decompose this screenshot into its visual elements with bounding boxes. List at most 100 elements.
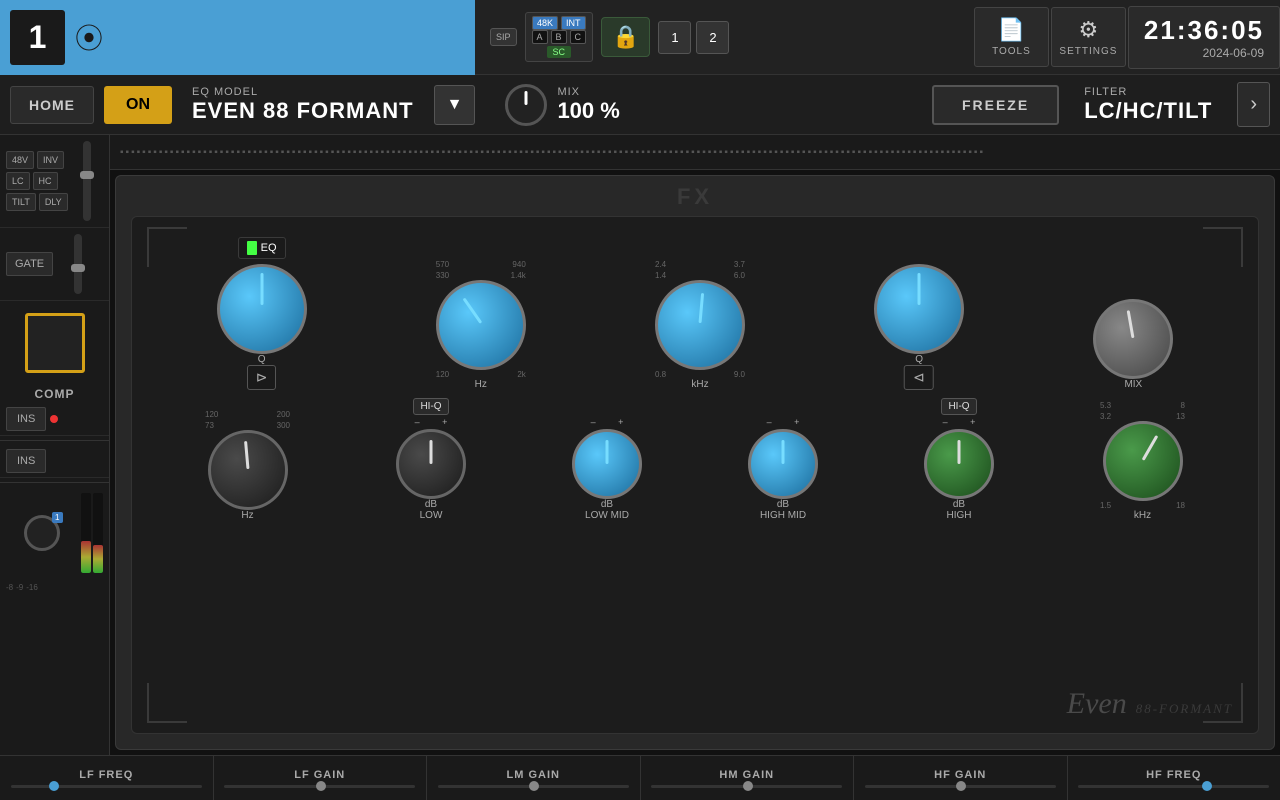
freeze-button[interactable]: FREEZE [932, 85, 1059, 125]
gate-button[interactable]: GATE [6, 252, 53, 276]
meter-scale: -8-9-16 [0, 579, 109, 596]
lf-freq-label: Hz [241, 510, 253, 521]
lf-freq-slider-thumb [49, 781, 59, 791]
lf-q-group: EQ Q ⊳ [217, 237, 307, 390]
waveform-display: ▪▪▪▪▪▪▪▪▪▪▪▪▪▪▪▪▪▪▪▪▪▪▪▪▪▪▪▪▪▪▪▪▪▪▪▪▪▪▪▪… [120, 147, 1270, 158]
int-label: INT [561, 16, 586, 30]
settings-button[interactable]: ⚙ SETTINGS [1051, 7, 1126, 67]
low-gain-knob[interactable] [396, 429, 466, 499]
home-button[interactable]: HOME [10, 86, 94, 124]
hm-q-indicator [918, 273, 921, 305]
hm-gain-bottom-label: HM GAIN [719, 769, 774, 781]
knobs-bottom-row: 120 200 73 300 Hz HI [132, 390, 1258, 536]
channel-number: 1 [10, 10, 65, 65]
lf-gain-section: LF GAIN [214, 756, 428, 800]
sample-rate-block: 48K INT A B C SC [525, 12, 594, 62]
volume-knob[interactable]: 1 [24, 515, 60, 551]
tools-label: TOOLS [992, 46, 1031, 57]
eq-control-bar: HOME ON EQ MODEL EVEN 88 FORMANT ▼ MIX 1… [0, 75, 1280, 135]
bottom-bar: LF FREQ LF GAIN LM GAIN HM GAIN HF GAIN … [0, 755, 1280, 800]
preamp-slider-thumb [80, 171, 94, 179]
lf-q-knob[interactable] [217, 264, 307, 354]
ch-btn-1[interactable]: 1 [658, 21, 691, 54]
lm-khz-scale-mid: 1.4 6.0 [655, 271, 745, 280]
sip-badge: SIP [490, 28, 517, 46]
lf-filter-badge: ⊳ [247, 365, 277, 390]
volume-badge: 1 [52, 512, 62, 523]
corner-br [1203, 683, 1243, 723]
sample-rate-value: 48K [532, 16, 558, 30]
hiq-badge-1[interactable]: HI-Q [413, 398, 448, 415]
low-label: LOW [420, 510, 443, 521]
mix-knob[interactable] [505, 84, 547, 126]
top-center-controls: SIP 48K INT A B C SC 🔒 1 2 [475, 12, 744, 62]
corner-tl [147, 227, 187, 267]
sc-label: SC [547, 46, 572, 58]
on-button[interactable]: ON [104, 86, 172, 124]
hf-freq-section: HF FREQ [1068, 756, 1280, 800]
lm-khz-knob[interactable] [655, 280, 745, 370]
hf-freq-slider[interactable] [1078, 785, 1269, 788]
lf-hz-scale-mid: 330 1.4k [436, 271, 526, 280]
hf-freq-khz-label: kHz [1134, 510, 1151, 521]
ins1-section: INS [0, 403, 109, 436]
lm-db-scale: – + [591, 417, 624, 427]
high-mid-label: HIGH MID [760, 510, 806, 521]
hf-gain-slider[interactable] [865, 785, 1056, 788]
lf-hz-scale-bottom: 120 2k [436, 370, 526, 379]
btn-inv[interactable]: INV [37, 151, 64, 169]
hf-freq-slider-thumb [1202, 781, 1212, 791]
ins2-section: INS [0, 445, 109, 478]
high-mid-gain-indicator [782, 440, 785, 464]
filter-next-button[interactable]: › [1237, 82, 1270, 127]
btn-tilt[interactable]: TILT [6, 193, 36, 211]
low-mid-gain-knob[interactable] [572, 429, 642, 499]
ch-b: B [551, 30, 567, 44]
high-gain-indicator [958, 440, 961, 464]
eq-model-dropdown[interactable]: ▼ [434, 85, 476, 125]
ins1-button[interactable]: INS [6, 407, 46, 431]
left-sidebar: 48V INV LC HC TILT DLY GATE [0, 135, 110, 755]
high-mid-gain-knob[interactable] [748, 429, 818, 499]
lf-hz-group: 570 940 330 1.4k 120 2k [436, 260, 526, 390]
sidebar-divider-2 [0, 482, 109, 483]
hf-gain-slider-thumb [956, 781, 966, 791]
hm-gain-slider[interactable] [651, 785, 842, 788]
btn-hc[interactable]: HC [33, 172, 58, 190]
high-mid-gain-group: – + dB HIGH MID [748, 415, 818, 521]
main-content: 48V INV LC HC TILT DLY GATE [0, 135, 1280, 755]
hm-q-label: Q [915, 354, 923, 365]
lf-gain-slider[interactable] [224, 785, 415, 788]
btn-48v[interactable]: 48V [6, 151, 34, 169]
preamp-slider[interactable] [83, 141, 91, 221]
fx-box[interactable] [25, 313, 85, 373]
channel-icon: ⦿ [75, 17, 103, 57]
btn-dly[interactable]: DLY [39, 193, 68, 211]
lf-freq-slider[interactable] [11, 785, 202, 788]
brand-name: Even [1067, 687, 1127, 720]
ins2-button[interactable]: INS [6, 449, 46, 473]
hiq-badge-2[interactable]: HI-Q [941, 398, 976, 415]
high-gain-knob[interactable] [924, 429, 994, 499]
lf-freq-knob[interactable] [208, 430, 288, 510]
lm-khz-scale-top: 2.4 3.7 [655, 260, 745, 269]
mix-eq-knob[interactable] [1093, 299, 1173, 379]
hf-freq-knob[interactable] [1103, 421, 1183, 501]
lf-hz-knob[interactable] [436, 280, 526, 370]
ch-buttons: 1 2 [658, 21, 729, 54]
lf-freq-indicator [244, 441, 249, 469]
tools-icon: 📄 [998, 17, 1025, 43]
lm-gain-slider[interactable] [438, 785, 629, 788]
top-bar: 1 ⦿ SIP 48K INT A B C SC 🔒 1 2 📄 TOOL [0, 0, 1280, 75]
channel-row: A B C [532, 30, 587, 44]
lf-freq-scale-mid: 73 300 [205, 421, 290, 430]
lf-freq-scale-top: 120 200 [205, 410, 290, 419]
gate-slider[interactable] [74, 234, 82, 294]
tools-button[interactable]: 📄 TOOLS [974, 7, 1049, 67]
btn-lc[interactable]: LC [6, 172, 30, 190]
ch-btn-2[interactable]: 2 [696, 21, 729, 54]
hm-db-label: dB [777, 499, 789, 510]
mix-knob-group: MIX [1093, 299, 1173, 390]
lf-hz-scale-top: 570 940 [436, 260, 526, 269]
hm-q-knob[interactable] [874, 264, 964, 354]
